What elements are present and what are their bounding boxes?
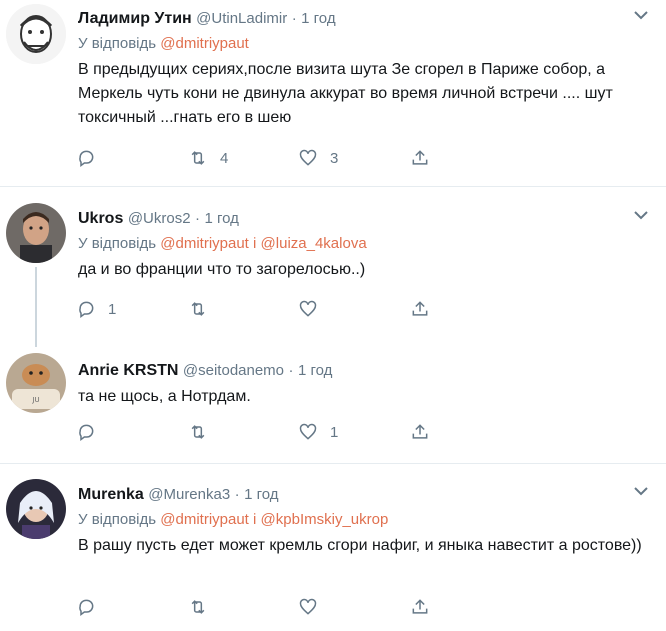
retweet-icon xyxy=(191,151,205,165)
retweet-button[interactable]: 4 xyxy=(188,146,228,170)
chevron-down-icon[interactable] xyxy=(632,8,650,22)
like-count: 3 xyxy=(330,149,339,167)
separator-dot: · xyxy=(288,362,294,379)
reply-context: У відповідь @dmitriypaut xyxy=(78,33,650,55)
chevron-down-icon[interactable] xyxy=(632,484,650,498)
svg-text:JU: JU xyxy=(31,396,39,404)
reply-button[interactable]: 1 xyxy=(76,297,116,321)
retweet-icon xyxy=(191,302,205,316)
tweet-actions: 1 xyxy=(76,297,456,321)
avatar[interactable]: JU xyxy=(6,353,66,413)
timestamp[interactable]: 1 год xyxy=(204,210,238,227)
display-name[interactable]: Anrie KRSTN xyxy=(78,362,178,379)
share-icon xyxy=(412,301,428,316)
tweet[interactable]: Ладимир Утин @UtinLadimir · 1 год У відп… xyxy=(0,0,666,185)
tweet[interactable]: Ukros @Ukros2 · 1 год У відповідь @dmitr… xyxy=(0,187,666,347)
reply-context: У відповідь @dmitriypaut і @luiza_4kalov… xyxy=(78,233,650,255)
reply-prefix: У відповідь xyxy=(78,511,157,528)
reply-icon xyxy=(79,301,94,318)
user-handle[interactable]: @UtinLadimir xyxy=(196,10,287,27)
tweet[interactable]: JU Anrie KRSTN @seitodanemo · 1 год та н… xyxy=(0,337,666,461)
reply-prefix: У відповідь xyxy=(78,35,157,52)
reply-button[interactable] xyxy=(76,595,108,619)
tweet-actions: 1 xyxy=(76,420,456,444)
heart-icon xyxy=(299,598,317,615)
mention-link[interactable]: @dmitriypaut xyxy=(160,235,249,252)
separator-dot: · xyxy=(234,486,240,503)
tweet-text: да и во франции что то загорелосью..) xyxy=(78,261,366,278)
avatar[interactable] xyxy=(6,479,66,539)
retweet-button[interactable] xyxy=(188,297,220,321)
timestamp[interactable]: 1 год xyxy=(301,10,335,27)
thread-line xyxy=(35,267,37,347)
like-button[interactable] xyxy=(298,297,330,321)
display-name[interactable]: Ладимир Утин xyxy=(78,10,192,27)
share-button[interactable] xyxy=(410,297,430,321)
display-name[interactable]: Ukros xyxy=(78,210,123,227)
mention-link[interactable]: @dmitriypaut xyxy=(160,511,249,528)
retweet-button[interactable] xyxy=(188,420,220,444)
retweet-icon xyxy=(191,425,205,439)
mention-link[interactable]: @luiza_4kalova xyxy=(261,235,367,252)
share-button[interactable] xyxy=(410,146,430,170)
heart-icon xyxy=(299,423,317,440)
retweet-icon xyxy=(191,600,205,614)
tweet-actions: 4 3 xyxy=(76,146,456,170)
mention-link[interactable]: @kpbImskiy_ukrop xyxy=(261,511,389,528)
mention-link[interactable]: @dmitriypaut xyxy=(160,35,249,52)
tweet-text: та не щось, а Нотрдам. xyxy=(78,388,251,405)
separator-dot: · xyxy=(195,210,201,227)
share-icon xyxy=(412,599,428,614)
share-button[interactable] xyxy=(410,420,430,444)
avatar[interactable] xyxy=(6,4,66,64)
like-count: 1 xyxy=(330,423,339,441)
tweet-text: В предыдущих сериях,после визита шута Зе… xyxy=(78,61,613,126)
tweet-text: В рашу пусть едет может кремль сгори наф… xyxy=(78,537,642,554)
user-handle[interactable]: @Murenka3 xyxy=(148,486,230,503)
avatar[interactable] xyxy=(6,203,66,263)
reply-conjunction: і xyxy=(253,235,257,252)
reply-icon xyxy=(79,150,94,167)
like-button[interactable]: 1 xyxy=(298,420,338,444)
like-button[interactable]: 3 xyxy=(298,146,338,170)
reply-count: 1 xyxy=(108,300,117,318)
timestamp[interactable]: 1 год xyxy=(244,486,278,503)
display-name[interactable]: Murenka xyxy=(78,486,144,503)
heart-icon xyxy=(299,300,317,317)
share-icon xyxy=(412,150,428,165)
share-icon xyxy=(412,424,428,439)
heart-icon xyxy=(299,149,317,166)
chevron-down-icon[interactable] xyxy=(632,208,650,222)
reply-context: У відповідь @dmitriypaut і @kpbImskiy_uk… xyxy=(78,509,650,531)
user-handle[interactable]: @seitodanemo xyxy=(183,362,284,379)
user-handle[interactable]: @Ukros2 xyxy=(128,210,191,227)
reply-prefix: У відповідь xyxy=(78,235,157,252)
timestamp[interactable]: 1 год xyxy=(298,362,332,379)
share-button[interactable] xyxy=(410,595,430,619)
reply-conjunction: і xyxy=(253,511,257,528)
separator-dot: · xyxy=(291,10,297,27)
retweet-count: 4 xyxy=(220,149,229,167)
reply-button[interactable] xyxy=(76,420,108,444)
retweet-button[interactable] xyxy=(188,595,220,619)
tweet-actions xyxy=(76,595,456,619)
tweet[interactable]: Murenka @Murenka3 · 1 год У відповідь @d… xyxy=(0,464,666,631)
reply-button[interactable] xyxy=(76,146,108,170)
reply-icon xyxy=(79,599,94,616)
reply-icon xyxy=(79,424,94,441)
like-button[interactable] xyxy=(298,595,330,619)
